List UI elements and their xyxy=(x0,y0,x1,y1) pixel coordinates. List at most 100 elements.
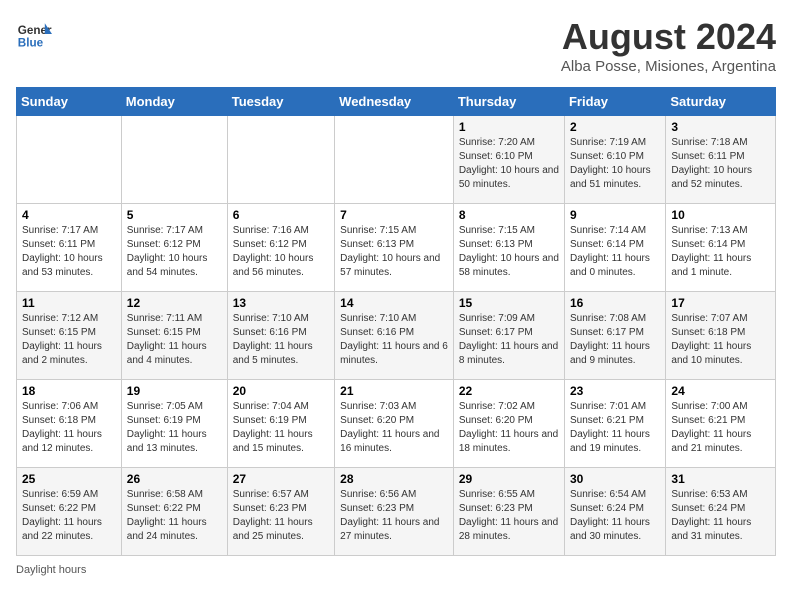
day-number: 7 xyxy=(340,208,448,222)
day-number: 22 xyxy=(459,384,559,398)
day-info: Sunrise: 7:20 AM Sunset: 6:10 PM Dayligh… xyxy=(459,136,559,192)
day-number: 30 xyxy=(570,472,660,486)
day-info: Sunrise: 7:09 AM Sunset: 6:17 PM Dayligh… xyxy=(459,312,559,368)
header: General Blue August 2024 Alba Posse, Mis… xyxy=(16,16,776,75)
month-title: August 2024 xyxy=(561,16,776,58)
day-info: Sunrise: 6:59 AM Sunset: 6:22 PM Dayligh… xyxy=(22,488,116,544)
day-number: 14 xyxy=(340,296,448,310)
day-number: 31 xyxy=(671,472,770,486)
day-number: 23 xyxy=(570,384,660,398)
day-number: 16 xyxy=(570,296,660,310)
day-number: 25 xyxy=(22,472,116,486)
day-info: Sunrise: 7:02 AM Sunset: 6:20 PM Dayligh… xyxy=(459,400,559,456)
day-number: 5 xyxy=(127,208,222,222)
footer: Daylight hours xyxy=(16,564,776,576)
calendar-table: SundayMondayTuesdayWednesdayThursdayFrid… xyxy=(16,87,776,556)
logo: General Blue xyxy=(16,16,54,52)
title-block: August 2024 Alba Posse, Misiones, Argent… xyxy=(561,16,776,75)
calendar-cell: 7Sunrise: 7:15 AM Sunset: 6:13 PM Daylig… xyxy=(335,204,454,292)
day-info: Sunrise: 7:12 AM Sunset: 6:15 PM Dayligh… xyxy=(22,312,116,368)
day-header-tuesday: Tuesday xyxy=(227,88,334,116)
day-info: Sunrise: 7:07 AM Sunset: 6:18 PM Dayligh… xyxy=(671,312,770,368)
day-header-wednesday: Wednesday xyxy=(335,88,454,116)
day-number: 8 xyxy=(459,208,559,222)
calendar-cell xyxy=(121,116,227,204)
week-row-4: 18 Sunrise: 7:06 AM Sunset: 6:18 PM Dayli… xyxy=(17,380,776,468)
calendar-cell: 4 Sunrise: 7:17 AM Sunset: 6:11 PM Daylig… xyxy=(17,204,122,292)
calendar-cell: 21Sunrise: 7:03 AM Sunset: 6:20 PM Dayli… xyxy=(335,380,454,468)
calendar-cell: 11 Sunrise: 7:12 AM Sunset: 6:15 PM Dayli… xyxy=(17,292,122,380)
calendar-cell: 15 Sunrise: 7:09 AM Sunset: 6:17 PM Dayli… xyxy=(453,292,564,380)
calendar-cell: 24 Sunrise: 7:00 AM Sunset: 6:21 PM Dayli… xyxy=(666,380,776,468)
day-info: Sunrise: 7:06 AM Sunset: 6:18 PM Dayligh… xyxy=(22,400,116,456)
day-number: 24 xyxy=(671,384,770,398)
calendar-cell: 16 Sunrise: 7:08 AM Sunset: 6:17 PM Dayli… xyxy=(564,292,665,380)
calendar-cell: 8 Sunrise: 7:15 AM Sunset: 6:13 PM Daylig… xyxy=(453,204,564,292)
day-number: 3 xyxy=(671,120,770,134)
calendar-cell: 29Sunrise: 6:55 AM Sunset: 6:23 PM Dayli… xyxy=(453,468,564,556)
day-number: 6 xyxy=(233,208,329,222)
day-number: 18 xyxy=(22,384,116,398)
calendar-cell: 23Sunrise: 7:01 AM Sunset: 6:21 PM Dayli… xyxy=(564,380,665,468)
day-info: Sunrise: 6:58 AM Sunset: 6:22 PM Dayligh… xyxy=(127,488,222,544)
day-header-thursday: Thursday xyxy=(453,88,564,116)
calendar-cell: 12Sunrise: 7:11 AM Sunset: 6:15 PM Dayli… xyxy=(121,292,227,380)
day-number: 11 xyxy=(22,296,116,310)
day-header-saturday: Saturday xyxy=(666,88,776,116)
calendar-cell: 20 Sunrise: 7:04 AM Sunset: 6:19 PM Dayli… xyxy=(227,380,334,468)
day-info: Sunrise: 7:15 AM Sunset: 6:13 PM Dayligh… xyxy=(459,224,559,280)
week-row-1: 1 Sunrise: 7:20 AM Sunset: 6:10 PM Daylig… xyxy=(17,116,776,204)
day-number: 2 xyxy=(570,120,660,134)
day-info: Sunrise: 6:57 AM Sunset: 6:23 PM Dayligh… xyxy=(233,488,329,544)
calendar-cell: 1 Sunrise: 7:20 AM Sunset: 6:10 PM Daylig… xyxy=(453,116,564,204)
calendar-cell: 2 Sunrise: 7:19 AM Sunset: 6:10 PM Daylig… xyxy=(564,116,665,204)
calendar-cell xyxy=(17,116,122,204)
calendar-cell: 17 Sunrise: 7:07 AM Sunset: 6:18 PM Dayli… xyxy=(666,292,776,380)
calendar-cell xyxy=(227,116,334,204)
location-title: Alba Posse, Misiones, Argentina xyxy=(561,58,776,75)
calendar-cell: 31Sunrise: 6:53 AM Sunset: 6:24 PM Dayli… xyxy=(666,468,776,556)
calendar-body: 1 Sunrise: 7:20 AM Sunset: 6:10 PM Daylig… xyxy=(17,116,776,556)
day-header-monday: Monday xyxy=(121,88,227,116)
day-info: Sunrise: 7:08 AM Sunset: 6:17 PM Dayligh… xyxy=(570,312,660,368)
day-info: Sunrise: 7:11 AM Sunset: 6:15 PM Dayligh… xyxy=(127,312,222,368)
day-header-friday: Friday xyxy=(564,88,665,116)
day-info: Sunrise: 7:17 AM Sunset: 6:12 PM Dayligh… xyxy=(127,224,222,280)
day-info: Sunrise: 7:03 AM Sunset: 6:20 PM Dayligh… xyxy=(340,400,448,456)
calendar-cell: 25 Sunrise: 6:59 AM Sunset: 6:22 PM Dayli… xyxy=(17,468,122,556)
day-info: Sunrise: 7:19 AM Sunset: 6:10 PM Dayligh… xyxy=(570,136,660,192)
day-number: 26 xyxy=(127,472,222,486)
day-info: Sunrise: 7:00 AM Sunset: 6:21 PM Dayligh… xyxy=(671,400,770,456)
calendar-cell: 10 Sunrise: 7:13 AM Sunset: 6:14 PM Dayli… xyxy=(666,204,776,292)
day-info: Sunrise: 6:54 AM Sunset: 6:24 PM Dayligh… xyxy=(570,488,660,544)
day-number: 9 xyxy=(570,208,660,222)
day-info: Sunrise: 7:17 AM Sunset: 6:11 PM Dayligh… xyxy=(22,224,116,280)
daylight-label: Daylight hours xyxy=(16,564,86,576)
day-info: Sunrise: 6:56 AM Sunset: 6:23 PM Dayligh… xyxy=(340,488,448,544)
week-row-3: 11 Sunrise: 7:12 AM Sunset: 6:15 PM Dayli… xyxy=(17,292,776,380)
day-info: Sunrise: 7:04 AM Sunset: 6:19 PM Dayligh… xyxy=(233,400,329,456)
day-number: 29 xyxy=(459,472,559,486)
calendar-cell: 13Sunrise: 7:10 AM Sunset: 6:16 PM Dayli… xyxy=(227,292,334,380)
day-header-sunday: Sunday xyxy=(17,88,122,116)
calendar-cell xyxy=(335,116,454,204)
week-row-5: 25 Sunrise: 6:59 AM Sunset: 6:22 PM Dayli… xyxy=(17,468,776,556)
day-number: 20 xyxy=(233,384,329,398)
calendar-cell: 14Sunrise: 7:10 AM Sunset: 6:16 PM Dayli… xyxy=(335,292,454,380)
day-info: Sunrise: 7:05 AM Sunset: 6:19 PM Dayligh… xyxy=(127,400,222,456)
day-number: 27 xyxy=(233,472,329,486)
day-info: Sunrise: 7:13 AM Sunset: 6:14 PM Dayligh… xyxy=(671,224,770,280)
day-number: 28 xyxy=(340,472,448,486)
day-info: Sunrise: 7:14 AM Sunset: 6:14 PM Dayligh… xyxy=(570,224,660,280)
day-number: 10 xyxy=(671,208,770,222)
day-number: 17 xyxy=(671,296,770,310)
calendar-cell: 22 Sunrise: 7:02 AM Sunset: 6:20 PM Dayli… xyxy=(453,380,564,468)
day-number: 15 xyxy=(459,296,559,310)
calendar-cell: 18 Sunrise: 7:06 AM Sunset: 6:18 PM Dayli… xyxy=(17,380,122,468)
calendar-cell: 19Sunrise: 7:05 AM Sunset: 6:19 PM Dayli… xyxy=(121,380,227,468)
calendar-cell: 30 Sunrise: 6:54 AM Sunset: 6:24 PM Dayli… xyxy=(564,468,665,556)
day-info: Sunrise: 7:18 AM Sunset: 6:11 PM Dayligh… xyxy=(671,136,770,192)
day-number: 1 xyxy=(459,120,559,134)
day-number: 4 xyxy=(22,208,116,222)
calendar-cell: 28 Sunrise: 6:56 AM Sunset: 6:23 PM Dayli… xyxy=(335,468,454,556)
